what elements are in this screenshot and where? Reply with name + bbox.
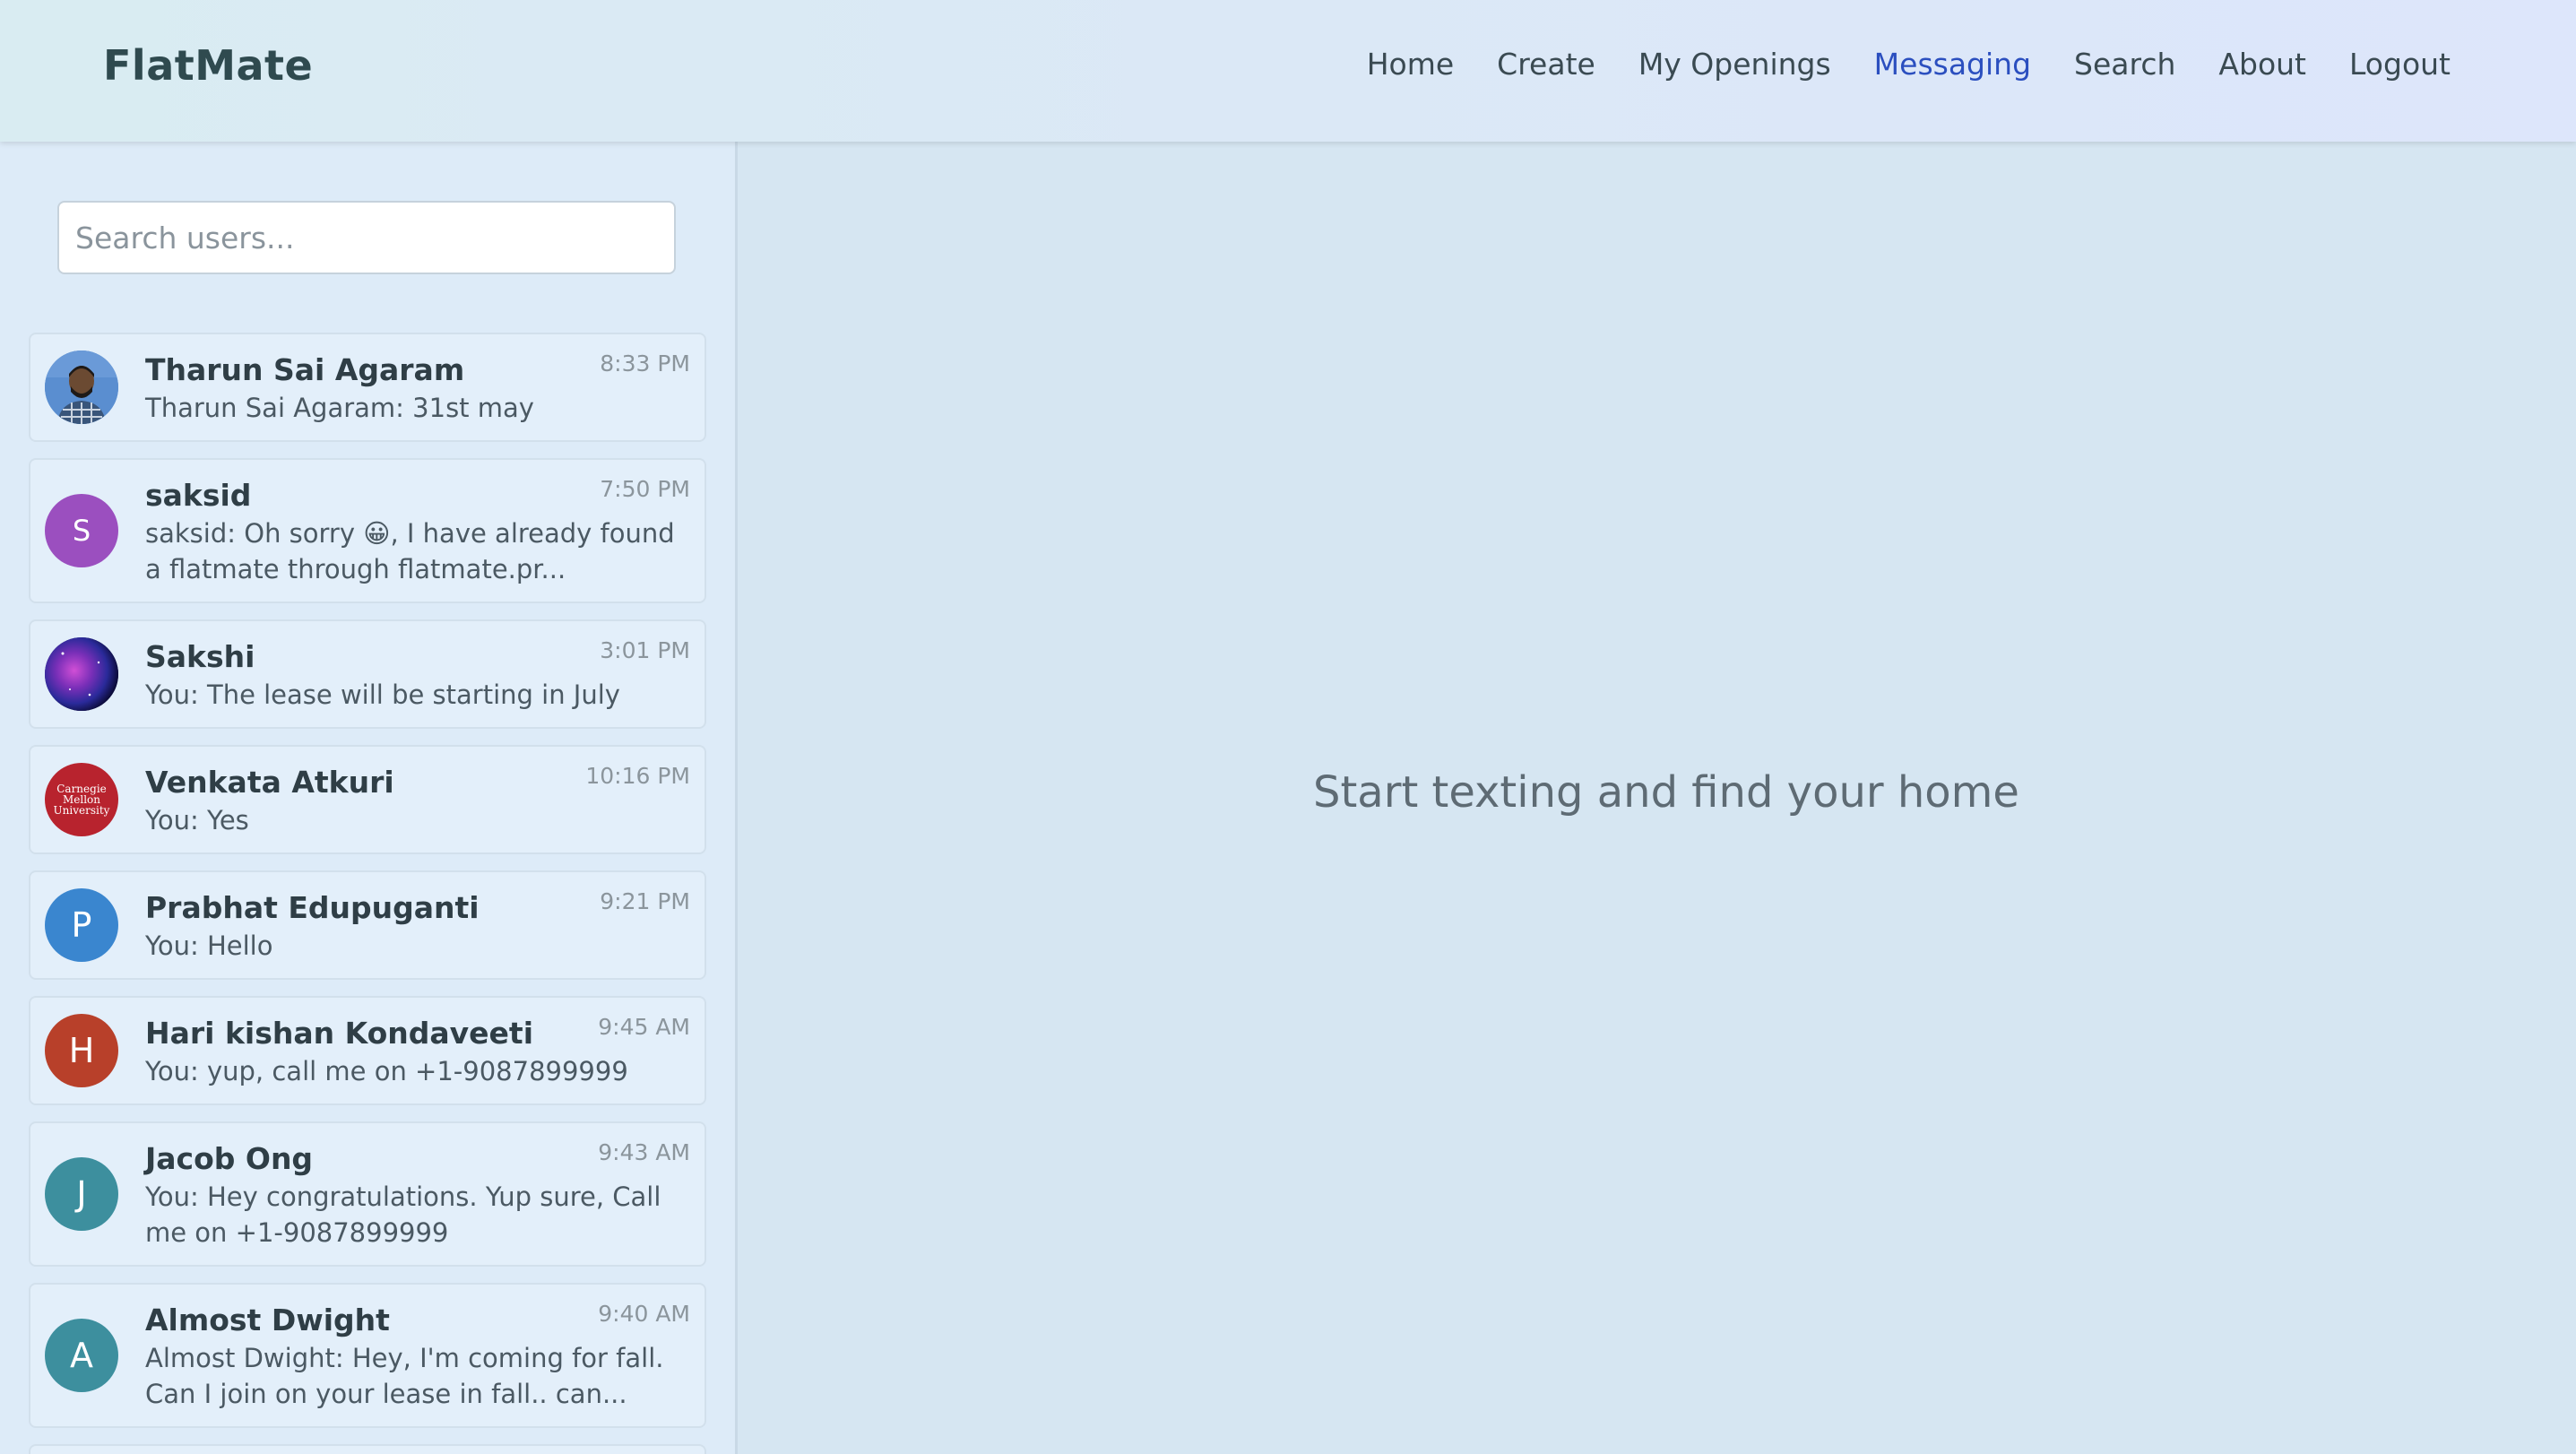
nav-about[interactable]: About [2218,47,2306,82]
message-preview: Almost Dwight: Hey, I'm coming for fall.… [145,1343,664,1409]
nav-home[interactable]: Home [1367,47,1454,82]
conversation-item[interactable]: Carnegie Mellon University Venkata Atkur… [29,745,706,854]
message-preview: saksid: Oh sorry 😀, I have already found… [145,518,675,584]
message-preview: You: Yes [145,805,249,835]
message-time: 9:45 AM [598,1014,690,1040]
avatar: J [45,1157,118,1231]
conversation-item[interactable] [29,1444,706,1454]
contact-name: Tharun Sai Agaram [145,352,465,387]
contact-name: Venkata Atkuri [145,765,394,800]
contact-name: Hari kishan Kondaveeti [145,1016,534,1051]
conversation-sidebar: Tharun Sai Agaram 8:33 PM Tharun Sai Aga… [0,142,738,1454]
message-time: 10:16 PM [585,763,690,789]
nav-logout[interactable]: Logout [2349,47,2451,82]
search-users-input[interactable] [57,201,676,274]
conversation-item[interactable]: P Prabhat Edupuganti 9:21 PM You: Hello [29,870,706,980]
message-preview: Tharun Sai Agaram: 31st may [145,393,534,423]
contact-name: saksid [145,478,252,513]
nav-search[interactable]: Search [2074,47,2175,82]
contact-name: Sakshi [145,639,255,674]
message-time: 9:40 AM [598,1301,690,1327]
university-logo: Carnegie Mellon University [53,783,110,817]
conversation-item[interactable]: S saksid 7:50 PM saksid: Oh sorry 😀, I h… [29,458,706,603]
avatar [45,351,118,424]
message-time: 9:43 AM [598,1139,690,1165]
avatar-initial: P [71,905,92,945]
user-photo-icon [45,351,118,424]
message-time: 9:21 PM [600,888,690,914]
contact-name: Jacob Ong [145,1141,314,1176]
nav-my-openings[interactable]: My Openings [1638,47,1831,82]
conversation-item[interactable]: H Hari kishan Kondaveeti 9:45 AM You: yu… [29,996,706,1105]
avatar-initial: H [68,1031,95,1070]
conversation-item[interactable]: A Almost Dwight 9:40 AM Almost Dwight: H… [29,1283,706,1428]
message-time: 7:50 PM [600,476,690,502]
brand-logo[interactable]: FlatMate [103,41,313,90]
galaxy-image-icon [45,637,118,711]
avatar: H [45,1014,118,1087]
contact-name: Almost Dwight [145,1303,390,1337]
avatar: A [45,1319,118,1392]
avatar-initial: J [76,1174,87,1214]
message-preview: You: Hello [145,930,273,961]
avatar-initial: S [72,514,91,548]
message-preview: You: The lease will be starting in July [145,679,620,710]
message-preview: You: Hey congratulations. Yup sure, Call… [145,1181,661,1248]
nav-create[interactable]: Create [1497,47,1595,82]
conversation-item[interactable]: Tharun Sai Agaram 8:33 PM Tharun Sai Aga… [29,333,706,442]
contact-name: Prabhat Edupuganti [145,890,480,925]
message-preview: You: yup, call me on +1-9087899999 [145,1056,628,1086]
avatar [45,637,118,711]
top-navbar: FlatMate Home Create My Openings Messagi… [0,0,2576,142]
avatar: Carnegie Mellon University [45,763,118,836]
message-time: 3:01 PM [600,637,690,663]
conversation-item[interactable]: Sakshi 3:01 PM You: The lease will be st… [29,619,706,729]
avatar: S [45,494,118,567]
nav-messaging[interactable]: Messaging [1874,47,2031,82]
empty-chat-message: Start texting and find your home [1313,767,2019,818]
avatar: P [45,888,118,962]
conversation-item[interactable]: J Jacob Ong 9:43 AM You: Hey congratulat… [29,1121,706,1267]
avatar-initial: A [70,1336,93,1375]
message-time: 8:33 PM [600,351,690,376]
nav-links: Home Create My Openings Messaging Search… [1324,47,2451,82]
